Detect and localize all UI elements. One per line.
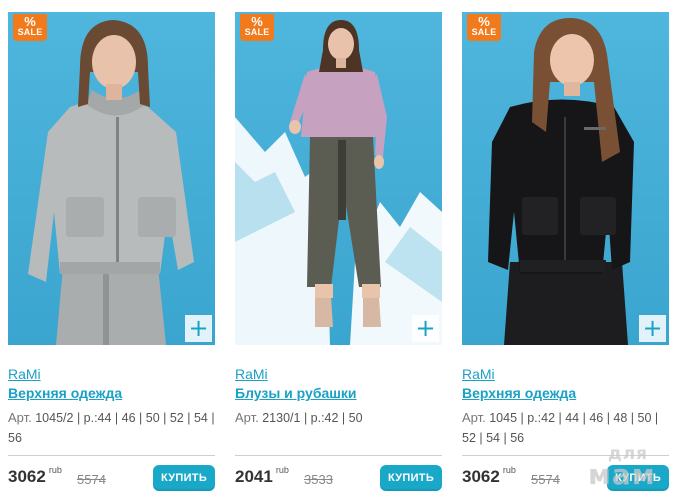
article-sizes-cont: 56 xyxy=(8,431,22,445)
price-value: 3062 xyxy=(462,467,500,486)
sale-badge-label: SALE xyxy=(244,27,270,37)
price: 3062 rub xyxy=(462,465,516,487)
category-link[interactable]: Верхняя одежда xyxy=(462,385,576,401)
sale-percent-icon: % xyxy=(24,14,36,29)
brand-link[interactable]: RaMi xyxy=(8,366,41,382)
price-value: 3062 xyxy=(8,467,46,486)
article-sizes: 1045/2 | р.:44 | 46 | 50 | 52 | 54 | xyxy=(35,411,215,425)
price: 3062 rub xyxy=(8,465,62,487)
sale-percent-icon: % xyxy=(251,14,263,29)
product-card: % SALE + RaMi Верхняя одежда Арт. 1045 |… xyxy=(462,12,669,498)
price-value: 2041 xyxy=(235,467,273,486)
product-photo-illustration xyxy=(488,17,634,345)
product-card: % SALE + RaMi Блузы и рубашки Арт. 2130/… xyxy=(235,12,442,498)
product-card: % SALE + RaMi Верхняя одежда Арт. 1045/2… xyxy=(8,12,215,498)
buy-button[interactable]: КУПИТЬ xyxy=(153,465,215,491)
product-photo[interactable]: % SALE + xyxy=(235,12,442,345)
brand-link[interactable]: RaMi xyxy=(462,366,495,382)
divider xyxy=(462,455,669,456)
old-price: 3533 xyxy=(304,472,333,487)
sale-badge: % SALE xyxy=(467,14,501,41)
category-link[interactable]: Блузы и рубашки xyxy=(235,385,357,401)
article-label: Арт. xyxy=(8,410,32,425)
article-sizes-cont: 52 | 54 | 56 xyxy=(462,431,525,445)
product-grid: % SALE + RaMi Верхняя одежда Арт. 1045/2… xyxy=(0,0,675,498)
old-price: 5574 xyxy=(531,472,560,487)
old-price: 5574 xyxy=(77,472,106,487)
article-info: Арт. 1045/2 | р.:44 | 46 | 50 | 52 | 54 … xyxy=(8,408,215,448)
currency: rub xyxy=(48,465,62,475)
article-label: Арт. xyxy=(462,410,486,425)
article-label: Арт. xyxy=(235,410,259,425)
article-info: Арт. 2130/1 | р.:42 | 50 xyxy=(235,408,442,428)
add-to-favorites-button[interactable]: + xyxy=(412,315,439,342)
price: 2041 rub xyxy=(235,465,289,487)
product-photo[interactable]: % SALE + xyxy=(8,12,215,345)
buy-button[interactable]: КУПИТЬ xyxy=(380,465,442,491)
currency: rub xyxy=(275,465,289,475)
sale-percent-icon: % xyxy=(478,14,490,29)
add-to-favorites-button[interactable]: + xyxy=(639,315,666,342)
product-photo[interactable]: % SALE + xyxy=(462,12,669,345)
article-info: Арт. 1045 | р.:42 | 44 | 46 | 48 | 50 | … xyxy=(462,408,669,448)
add-to-favorites-button[interactable]: + xyxy=(185,315,212,342)
article-sizes: 2130/1 | р.:42 | 50 xyxy=(262,411,363,425)
currency: rub xyxy=(502,465,516,475)
product-photo-illustration xyxy=(235,20,442,345)
sale-badge: % SALE xyxy=(13,14,47,41)
brand-link[interactable]: RaMi xyxy=(235,366,268,382)
buy-button[interactable]: КУПИТЬ xyxy=(607,465,669,491)
product-photo-illustration xyxy=(28,20,194,345)
category-link[interactable]: Верхняя одежда xyxy=(8,385,122,401)
sale-badge-label: SALE xyxy=(471,27,497,37)
sale-badge: % SALE xyxy=(240,14,274,41)
divider xyxy=(8,455,215,456)
divider xyxy=(235,455,442,456)
sale-badge-label: SALE xyxy=(17,27,43,37)
article-sizes: 1045 | р.:42 | 44 | 46 | 48 | 50 | xyxy=(489,411,659,425)
